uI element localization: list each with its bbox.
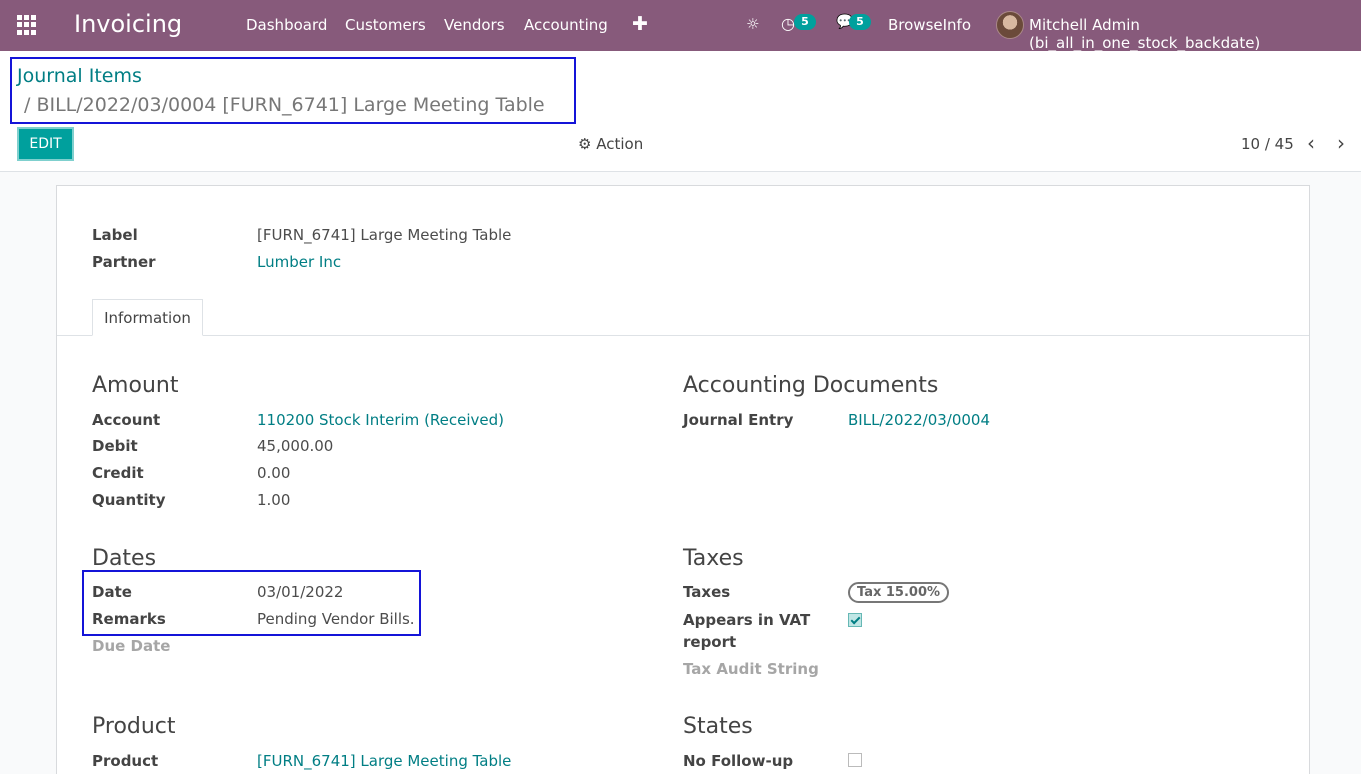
pager-next-icon[interactable]: › — [1337, 131, 1345, 155]
journal-entry-field-label: Journal Entry — [683, 411, 794, 429]
dates-section-title: Dates — [92, 546, 157, 571]
account-link[interactable]: 110200 Stock Interim (Received) — [257, 411, 504, 429]
menu-dashboard[interactable]: Dashboard — [246, 16, 327, 34]
taxes-field-label: Taxes — [683, 583, 731, 601]
credit-value: 0.00 — [257, 464, 291, 482]
debit-value: 45,000.00 — [257, 437, 334, 455]
edit-button[interactable]: EDIT — [17, 127, 74, 161]
app-name: Invoicing — [74, 10, 183, 38]
menu-accounting[interactable]: Accounting — [524, 16, 608, 34]
amount-section-title: Amount — [92, 373, 179, 398]
apps-menu-icon[interactable] — [17, 15, 37, 35]
debit-field-label: Debit — [92, 437, 138, 455]
no-followup-checkbox[interactable] — [848, 753, 862, 767]
label-field-value: [FURN_6741] Large Meeting Table — [257, 226, 512, 244]
remarks-field-label: Remarks — [92, 610, 166, 628]
breadcrumb-current-record: / BILL/2022/03/0004 [FURN_6741] Large Me… — [24, 94, 545, 116]
user-avatar[interactable] — [996, 11, 1024, 39]
messages-count-badge: 5 — [849, 14, 871, 30]
partner-link[interactable]: Lumber Inc — [257, 253, 341, 271]
states-section-title: States — [683, 714, 753, 739]
company-switcher[interactable]: BrowseInfo — [888, 16, 971, 34]
due-date-field-label: Due Date — [92, 637, 171, 655]
tax-audit-field-label: Tax Audit String — [683, 660, 819, 678]
tab-divider — [57, 335, 1309, 336]
gear-icon: ⚙ — [578, 135, 592, 153]
form-sheet: Label [FURN_6741] Large Meeting Table Pa… — [56, 185, 1310, 774]
quantity-value: 1.00 — [257, 491, 291, 509]
account-field-label: Account — [92, 411, 161, 429]
no-followup-field-label: No Follow-up — [683, 752, 794, 770]
vat-field-label-line1: Appears in VAT — [683, 611, 811, 629]
action-dropdown[interactable]: ⚙ Action — [578, 135, 643, 153]
pager-value[interactable]: 10 / 45 — [1241, 135, 1294, 153]
action-label: Action — [596, 135, 644, 153]
vat-field-label-line2: report — [683, 633, 737, 651]
tax-tag: Tax 15.00% — [848, 582, 950, 603]
plus-icon[interactable]: ✚ — [632, 13, 648, 35]
partner-field-label: Partner — [92, 253, 156, 271]
date-field-label: Date — [92, 583, 132, 601]
debug-bug-icon[interactable]: ☼ — [746, 15, 759, 33]
journal-entry-link[interactable]: BILL/2022/03/0004 — [848, 411, 990, 429]
breadcrumb-journal-items[interactable]: Journal Items — [17, 65, 142, 87]
product-field-label: Product — [92, 752, 159, 770]
activity-clock-icon[interactable]: ◷ — [781, 14, 795, 33]
activity-count-badge: 5 — [794, 14, 816, 30]
date-value: 03/01/2022 — [257, 583, 344, 601]
tab-information[interactable]: Information — [92, 299, 203, 336]
user-menu[interactable]: Mitchell Admin (bi_all_in_one_stock_back… — [1029, 16, 1361, 52]
taxes-section-title: Taxes — [683, 546, 744, 571]
control-panel: Journal Items / BILL/2022/03/0004 [FURN_… — [0, 51, 1361, 172]
menu-vendors[interactable]: Vendors — [444, 16, 505, 34]
product-link[interactable]: [FURN_6741] Large Meeting Table — [257, 752, 511, 770]
product-section-title: Product — [92, 714, 176, 739]
pager-prev-icon[interactable]: ‹ — [1307, 131, 1315, 155]
credit-field-label: Credit — [92, 464, 144, 482]
remarks-value: Pending Vendor Bills. — [257, 610, 415, 628]
label-field-label: Label — [92, 226, 138, 244]
accounting-documents-title: Accounting Documents — [683, 373, 939, 398]
top-navbar: Invoicing Dashboard Customers Vendors Ac… — [0, 0, 1361, 52]
menu-customers[interactable]: Customers — [345, 16, 426, 34]
quantity-field-label: Quantity — [92, 491, 166, 509]
vat-report-checkbox[interactable] — [848, 613, 862, 627]
